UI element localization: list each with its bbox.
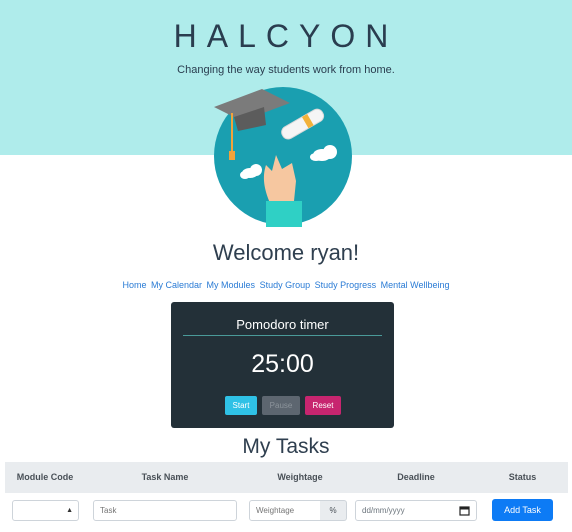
reset-button[interactable]: Reset <box>305 396 341 415</box>
tasks-table-header: Module Code Task Name Weightage Deadline… <box>5 462 568 493</box>
column-weightage: Weightage <box>277 472 323 482</box>
tasks-heading: My Tasks <box>242 435 330 458</box>
pomodoro-timer-card: Pomodoro timer 25:00 Start Pause Reset <box>171 302 394 428</box>
tagline: Changing the way students work from home… <box>177 64 395 76</box>
column-deadline: Deadline <box>397 472 435 482</box>
column-task-name: Task Name <box>141 472 189 482</box>
nav-home[interactable]: Home <box>122 280 146 290</box>
task-name-input[interactable] <box>93 500 237 521</box>
pause-button[interactable]: Pause <box>262 396 300 415</box>
nav-study-group[interactable]: Study Group <box>260 280 311 290</box>
add-task-button[interactable]: Add Task <box>492 499 553 521</box>
column-module-code: Module Code <box>16 472 74 482</box>
nav-my-calendar[interactable]: My Calendar <box>151 280 202 290</box>
nav-my-modules[interactable]: My Modules <box>207 280 256 290</box>
module-code-select[interactable]: ▲ <box>12 500 79 521</box>
column-status: Status <box>508 472 537 482</box>
weightage-input[interactable] <box>249 500 321 521</box>
nav-bar: Home My Calendar My Modules Study Group … <box>0 280 572 290</box>
timer-title: Pomodoro timer <box>183 317 382 336</box>
select-arrows-icon: ▲ <box>66 507 73 514</box>
nav-study-progress[interactable]: Study Progress <box>315 280 377 290</box>
welcome-heading: Welcome ryan! <box>212 240 360 265</box>
calendar-icon[interactable] <box>459 505 470 516</box>
brand-title: HALCYON <box>173 18 399 54</box>
deadline-placeholder: dd/mm/yyyy <box>362 506 405 515</box>
weightage-unit: % <box>320 500 347 521</box>
nav-mental-wellbeing[interactable]: Mental Wellbeing <box>381 280 450 290</box>
start-button[interactable]: Start <box>225 396 257 415</box>
graduation-logo-icon <box>212 85 354 227</box>
deadline-date-input[interactable]: dd/mm/yyyy <box>355 500 477 521</box>
timer-display: 25:00 <box>251 350 314 378</box>
